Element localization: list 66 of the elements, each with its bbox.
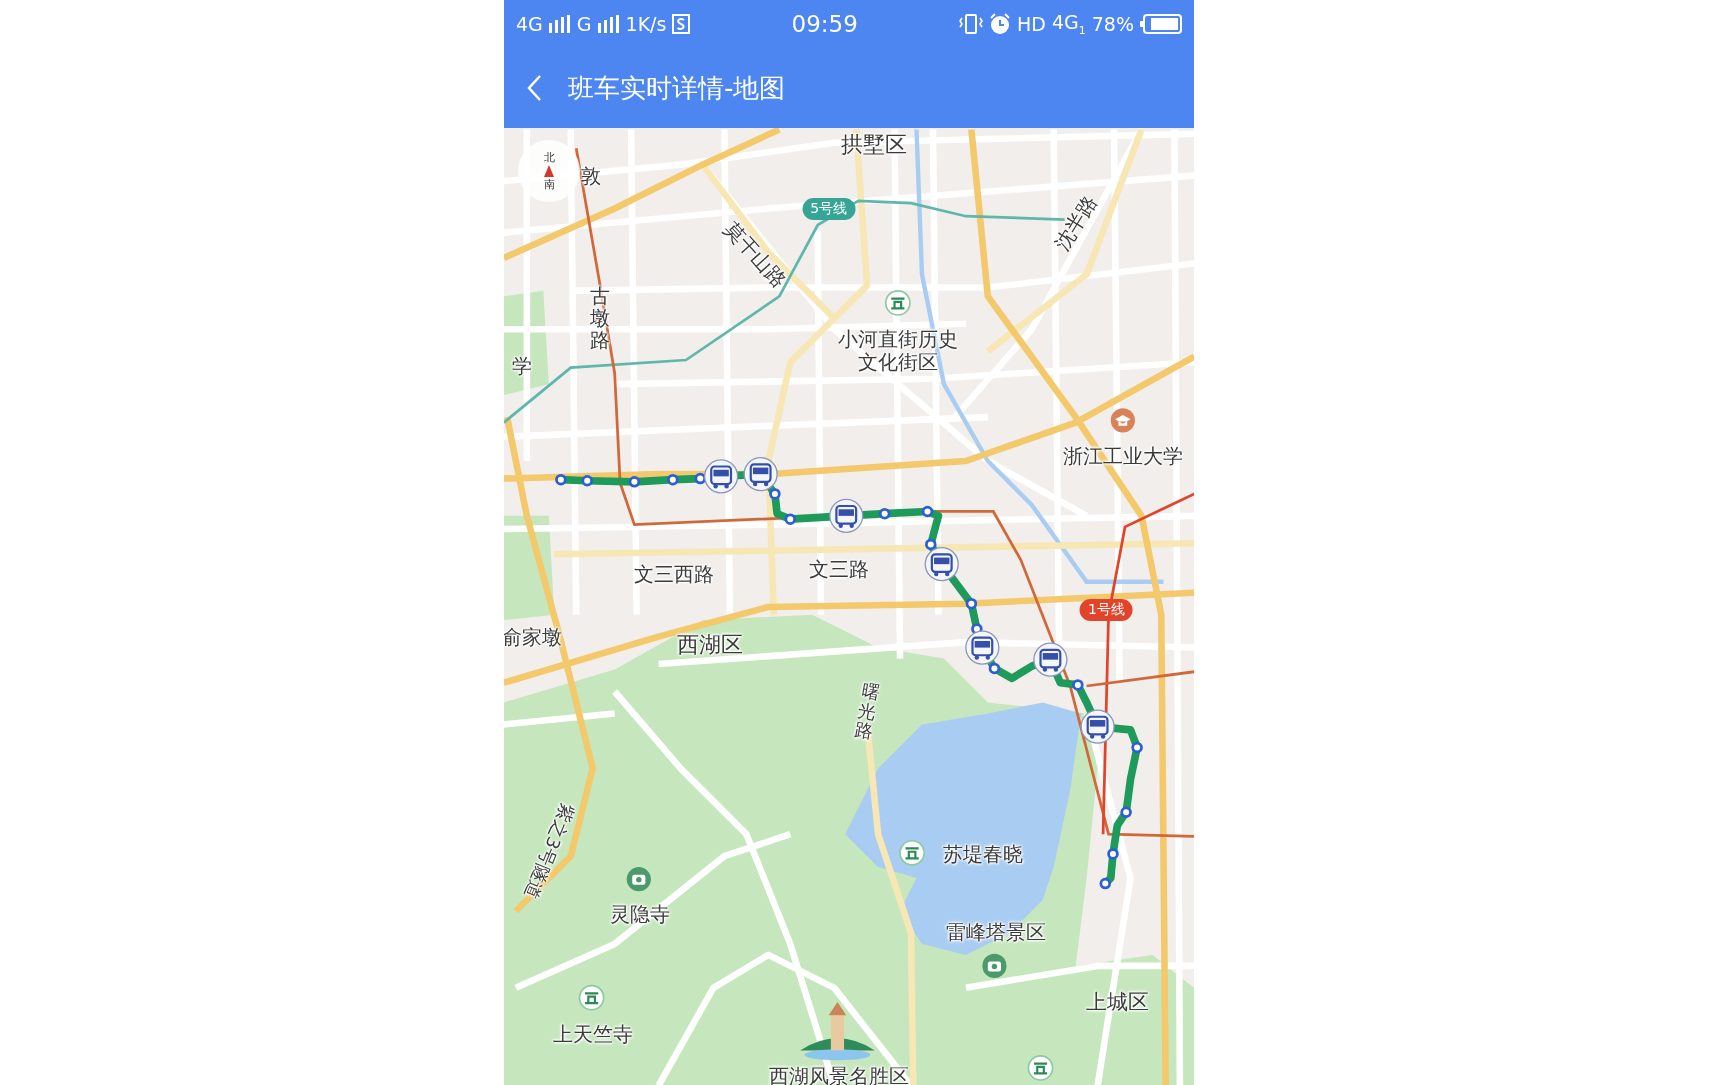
network-type: 4G$_{1}$ bbox=[1051, 11, 1086, 37]
stop-dot-icon[interactable] bbox=[769, 488, 781, 500]
bus-icon[interactable] bbox=[924, 547, 959, 582]
landmark-icon bbox=[1027, 1055, 1054, 1081]
signal-icon bbox=[548, 15, 571, 33]
s-square-icon bbox=[672, 14, 691, 34]
map-label: 沈半路 bbox=[1050, 191, 1102, 255]
map-label: 拱墅区 bbox=[840, 132, 907, 158]
map-label: 文三路 bbox=[808, 557, 869, 581]
stop-dot-icon[interactable] bbox=[988, 662, 1001, 675]
map-label: 上城区 bbox=[1085, 990, 1149, 1015]
map-label: 曙光路 bbox=[853, 680, 882, 743]
compass-north: 北 bbox=[543, 150, 555, 165]
compass-south: 南 bbox=[543, 177, 555, 192]
stop-dot-icon[interactable] bbox=[555, 473, 567, 486]
back-button[interactable] bbox=[526, 74, 542, 102]
stop-dot-icon[interactable] bbox=[965, 597, 978, 610]
stop-dot-icon[interactable] bbox=[1107, 848, 1119, 860]
map-label: 西湖区 bbox=[677, 632, 744, 658]
map-label: 紫之3号隧道 bbox=[520, 799, 578, 902]
stop-dot-icon[interactable] bbox=[1099, 877, 1112, 890]
map-label: 雷峰塔景区 bbox=[945, 920, 1046, 944]
alarm-icon bbox=[989, 13, 1012, 35]
camera-icon bbox=[982, 953, 1007, 978]
map-label: 灵隐寺 bbox=[609, 902, 670, 926]
map-label: 苏堤春晓 bbox=[943, 842, 1024, 866]
battery-icon bbox=[1140, 14, 1182, 34]
map-label: 学 bbox=[512, 354, 533, 377]
network-type: 4G bbox=[516, 13, 543, 35]
stop-dot-icon[interactable] bbox=[925, 538, 937, 551]
landmark-icon bbox=[578, 984, 605, 1011]
bus-icon[interactable] bbox=[704, 459, 739, 494]
vibrate-icon bbox=[959, 13, 984, 35]
bus-icon[interactable] bbox=[965, 630, 1000, 665]
stop-dot-icon[interactable] bbox=[1131, 741, 1143, 754]
north-arrow-icon bbox=[544, 165, 554, 177]
stop-dot-icon[interactable] bbox=[1072, 679, 1084, 691]
bus-icon[interactable] bbox=[829, 498, 864, 533]
signal-icon bbox=[597, 15, 620, 33]
map-label: 莫干山路 bbox=[719, 217, 791, 293]
clock-time: 09:59 bbox=[791, 11, 858, 37]
map-label: 文三西路 bbox=[633, 562, 714, 586]
page-title: 班车实时详情-地图 bbox=[568, 71, 786, 105]
map-label: 西湖风景名胜区 bbox=[768, 1064, 909, 1085]
graduation-cap-icon bbox=[1110, 408, 1135, 433]
stop-dot-icon[interactable] bbox=[921, 505, 934, 518]
stop-dot-icon[interactable] bbox=[878, 507, 891, 520]
back-chevron-icon bbox=[526, 74, 542, 102]
stop-dot-icon[interactable] bbox=[1120, 806, 1132, 818]
camera-icon bbox=[626, 867, 651, 892]
network-type: G bbox=[576, 13, 592, 35]
stop-dot-icon[interactable] bbox=[628, 476, 641, 488]
bus-icon[interactable] bbox=[1033, 642, 1068, 677]
network-speed: 1K/s bbox=[625, 13, 667, 35]
stop-dot-icon[interactable] bbox=[667, 473, 679, 486]
stop-dot-icon[interactable] bbox=[581, 475, 593, 487]
metro-line-badge: 1号线 bbox=[1079, 599, 1133, 622]
bus-icon[interactable] bbox=[743, 457, 778, 492]
battery-percent: 78% bbox=[1091, 13, 1134, 35]
stop-dot-icon[interactable] bbox=[784, 513, 797, 525]
map-label: 小河直街历史文化街区 bbox=[837, 328, 958, 375]
landmark-icon bbox=[884, 290, 911, 316]
stop-dot-icon[interactable] bbox=[694, 472, 707, 485]
hd-indicator: HD bbox=[1017, 13, 1046, 35]
bus-icon[interactable] bbox=[1080, 709, 1115, 744]
map-label: 上天竺寺 bbox=[552, 1022, 633, 1046]
